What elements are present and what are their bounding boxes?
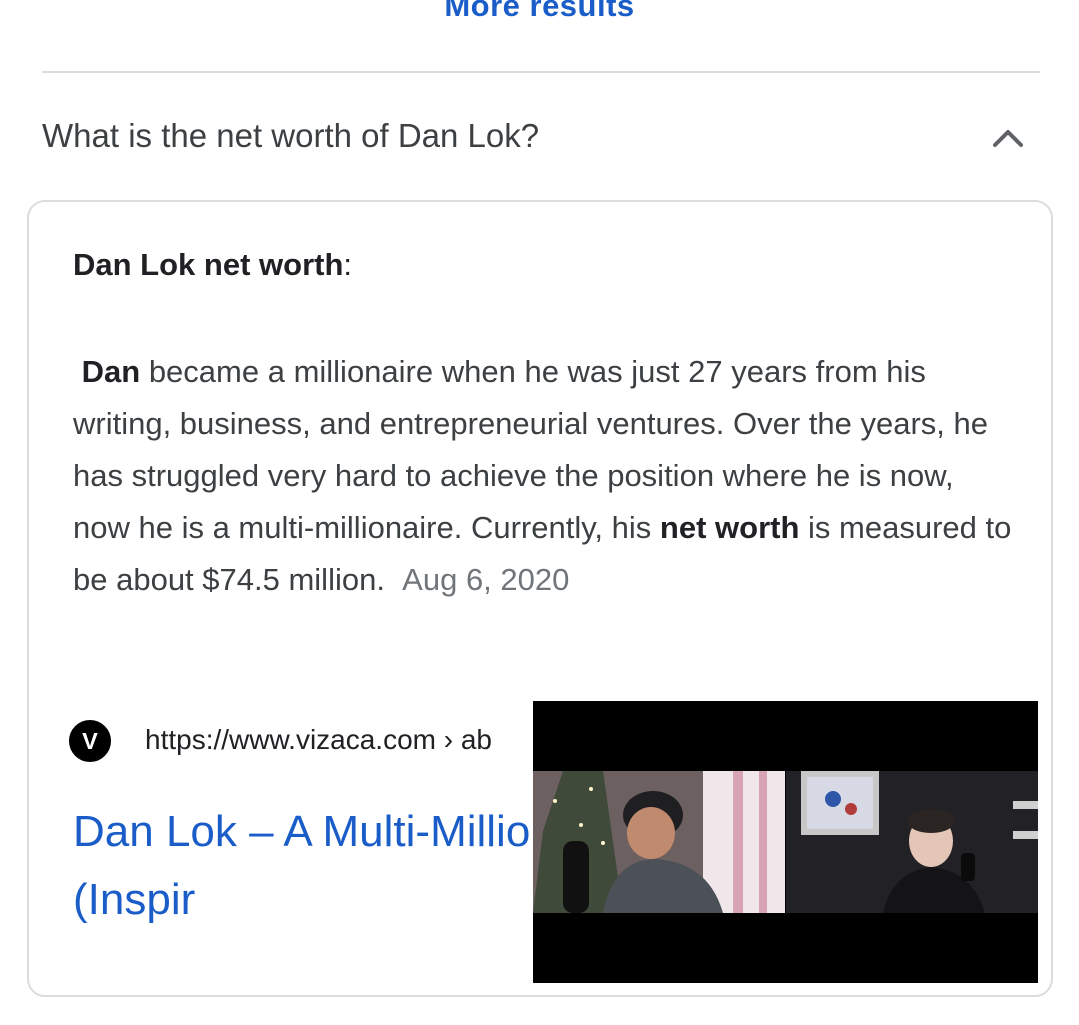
snippet-bold-dan: Dan [81,354,141,389]
faq-question-row[interactable]: What is the net worth of Dan Lok? [42,110,1040,162]
snippet-date: Aug 6, 2020 [402,562,570,597]
site-logo-letter: V [82,728,98,754]
site-logo-icon: V [69,720,111,762]
faq-question: What is the net worth of Dan Lok? [42,117,540,154]
snippet-bold-net-worth: net worth [659,510,800,545]
answer-heading: Dan Lok net worth: [73,242,352,288]
more-results-link[interactable]: More results [0,0,1079,26]
source-url[interactable]: https://www.vizaca.com › ab [145,718,492,762]
answer-heading-suffix: : [343,247,353,282]
divider [42,71,1040,73]
video-overlay[interactable] [533,701,1038,983]
chevron-up-icon[interactable] [990,120,1026,156]
video-thumbnail-icon [533,771,1038,913]
answer-heading-bold: Dan Lok net worth [73,247,344,282]
answer-snippet: Dan became a millionaire when he was jus… [73,346,1013,606]
